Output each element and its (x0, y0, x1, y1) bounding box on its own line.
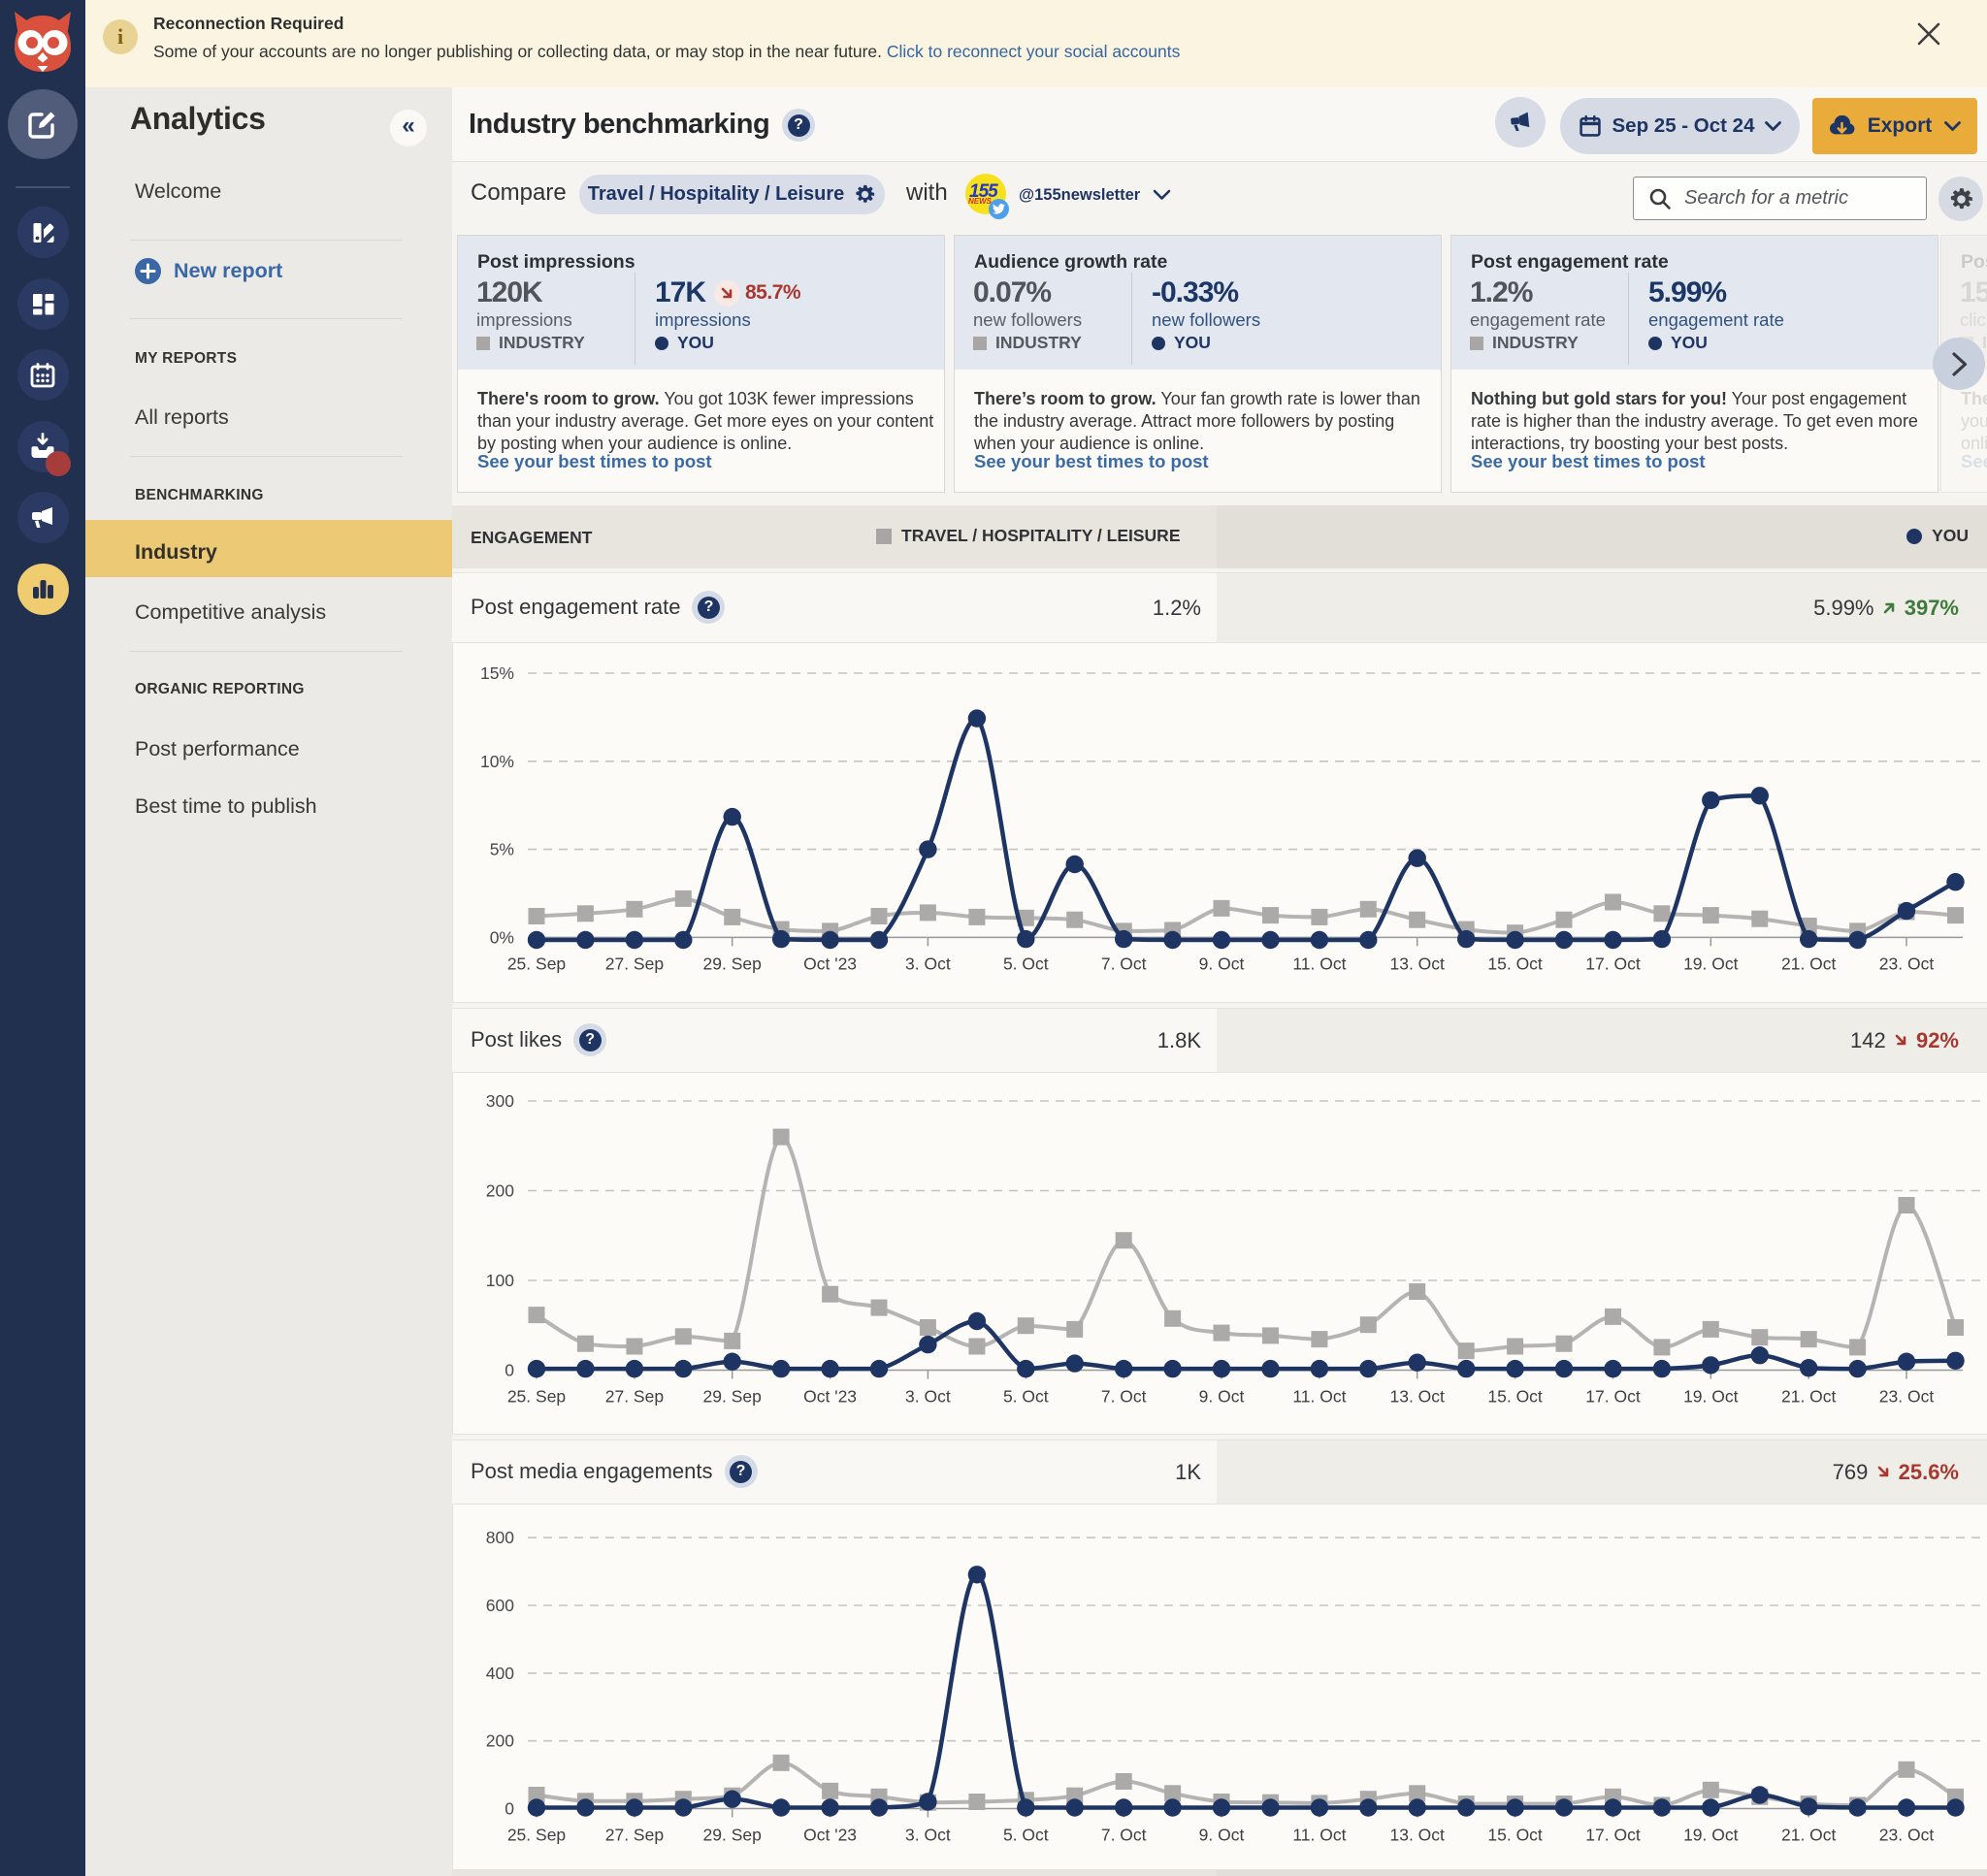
svg-text:29. Sep: 29. Sep (703, 1387, 762, 1407)
svg-text:25. Sep: 25. Sep (507, 954, 566, 973)
svg-text:15. Oct: 15. Oct (1487, 954, 1543, 973)
svg-text:11. Oct: 11. Oct (1292, 954, 1346, 973)
svg-text:300: 300 (486, 1091, 514, 1111)
svg-text:7. Oct: 7. Oct (1101, 1387, 1147, 1407)
svg-text:5. Oct: 5. Oct (1003, 954, 1049, 973)
svg-text:800: 800 (486, 1528, 514, 1547)
svg-text:5%: 5% (490, 840, 514, 859)
svg-text:3. Oct: 3. Oct (905, 1387, 951, 1407)
svg-text:5. Oct: 5. Oct (1003, 1826, 1049, 1845)
svg-text:13. Oct: 13. Oct (1389, 1826, 1445, 1845)
svg-text:17. Oct: 17. Oct (1585, 1826, 1641, 1845)
svg-text:Oct '23: Oct '23 (803, 1826, 857, 1845)
svg-text:0: 0 (505, 1799, 514, 1819)
svg-text:25. Sep: 25. Sep (507, 1387, 566, 1407)
svg-text:200: 200 (486, 1181, 514, 1201)
svg-text:21. Oct: 21. Oct (1781, 1826, 1837, 1845)
svg-text:13. Oct: 13. Oct (1389, 1387, 1445, 1407)
svg-text:15%: 15% (480, 663, 514, 683)
svg-text:10%: 10% (480, 752, 514, 771)
svg-text:3. Oct: 3. Oct (905, 1826, 951, 1845)
svg-text:17. Oct: 17. Oct (1585, 954, 1641, 973)
svg-text:9. Oct: 9. Oct (1199, 954, 1245, 973)
svg-text:0: 0 (505, 1361, 514, 1380)
svg-text:600: 600 (486, 1596, 514, 1615)
svg-text:17. Oct: 17. Oct (1585, 1387, 1641, 1407)
svg-text:27. Sep: 27. Sep (605, 954, 664, 973)
svg-text:29. Sep: 29. Sep (703, 1826, 762, 1845)
svg-text:23. Oct: 23. Oct (1879, 1387, 1935, 1407)
svg-text:29. Sep: 29. Sep (703, 954, 762, 973)
svg-text:21. Oct: 21. Oct (1781, 1387, 1837, 1407)
svg-text:3. Oct: 3. Oct (905, 954, 951, 973)
svg-text:Oct '23: Oct '23 (803, 1387, 857, 1407)
svg-text:27. Sep: 27. Sep (605, 1826, 664, 1845)
svg-text:15. Oct: 15. Oct (1487, 1826, 1543, 1845)
svg-text:13. Oct: 13. Oct (1389, 954, 1445, 973)
svg-text:25. Sep: 25. Sep (507, 1826, 566, 1845)
svg-text:15. Oct: 15. Oct (1487, 1387, 1543, 1407)
svg-text:27. Sep: 27. Sep (605, 1387, 664, 1407)
svg-text:400: 400 (486, 1664, 514, 1683)
svg-text:7. Oct: 7. Oct (1101, 1826, 1147, 1845)
svg-text:5. Oct: 5. Oct (1003, 1387, 1049, 1407)
svg-text:19. Oct: 19. Oct (1683, 954, 1739, 973)
svg-text:21. Oct: 21. Oct (1781, 954, 1837, 973)
svg-text:9. Oct: 9. Oct (1199, 1387, 1245, 1407)
svg-text:200: 200 (486, 1731, 514, 1751)
svg-text:23. Oct: 23. Oct (1879, 954, 1935, 973)
svg-text:Oct '23: Oct '23 (803, 954, 857, 973)
svg-text:100: 100 (486, 1271, 514, 1290)
svg-text:19. Oct: 19. Oct (1683, 1826, 1739, 1845)
svg-text:11. Oct: 11. Oct (1292, 1826, 1346, 1845)
svg-text:23. Oct: 23. Oct (1879, 1826, 1935, 1845)
svg-text:19. Oct: 19. Oct (1683, 1387, 1739, 1407)
svg-text:9. Oct: 9. Oct (1199, 1826, 1245, 1845)
svg-text:0%: 0% (490, 927, 514, 947)
svg-text:7. Oct: 7. Oct (1101, 954, 1147, 973)
svg-text:11. Oct: 11. Oct (1292, 1387, 1346, 1407)
